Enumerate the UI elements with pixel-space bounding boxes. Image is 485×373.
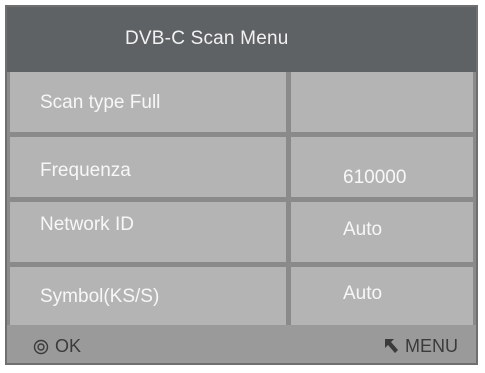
ok-label: OK: [55, 336, 82, 356]
frequency-label: Frequenza: [40, 160, 131, 181]
dvbc-scan-menu: DVB-C Scan Menu Scan type Full Frequenza…: [5, 5, 478, 365]
network-id-label: Network ID: [40, 214, 134, 235]
menu-label: MENU: [405, 336, 458, 356]
network-id-value-cell[interactable]: Auto: [291, 202, 473, 262]
scan-settings-grid: Scan type Full Frequenza 610000 Network …: [10, 72, 473, 325]
menu-header: DVB-C Scan Menu: [7, 7, 476, 72]
frequency-label-cell[interactable]: Frequenza: [10, 137, 286, 197]
symbol-rate-value-cell[interactable]: Auto: [291, 267, 473, 325]
frequency-value: 610000: [343, 167, 407, 188]
scan-type-label: Scan type Full: [40, 92, 161, 113]
menu-arrow-icon: [385, 339, 398, 353]
ok-hint[interactable]: OK: [33, 336, 81, 357]
menu-hint[interactable]: MENU: [383, 336, 458, 357]
network-id-label-cell[interactable]: Network ID: [10, 202, 286, 262]
menu-title: DVB-C Scan Menu: [125, 28, 289, 49]
frequency-value-cell[interactable]: 610000: [291, 137, 473, 197]
symbol-rate-label-cell[interactable]: Symbol(KS/S): [10, 267, 286, 325]
scan-type-value-cell[interactable]: [291, 72, 473, 132]
symbol-rate-value: Auto: [343, 283, 383, 304]
network-id-value: Auto: [343, 219, 383, 240]
menu-footer: OK MENU: [7, 325, 476, 363]
scan-type-label-cell[interactable]: Scan type Full: [10, 72, 286, 132]
symbol-rate-label: Symbol(KS/S): [40, 286, 160, 307]
ok-circle-icon: [33, 339, 49, 354]
